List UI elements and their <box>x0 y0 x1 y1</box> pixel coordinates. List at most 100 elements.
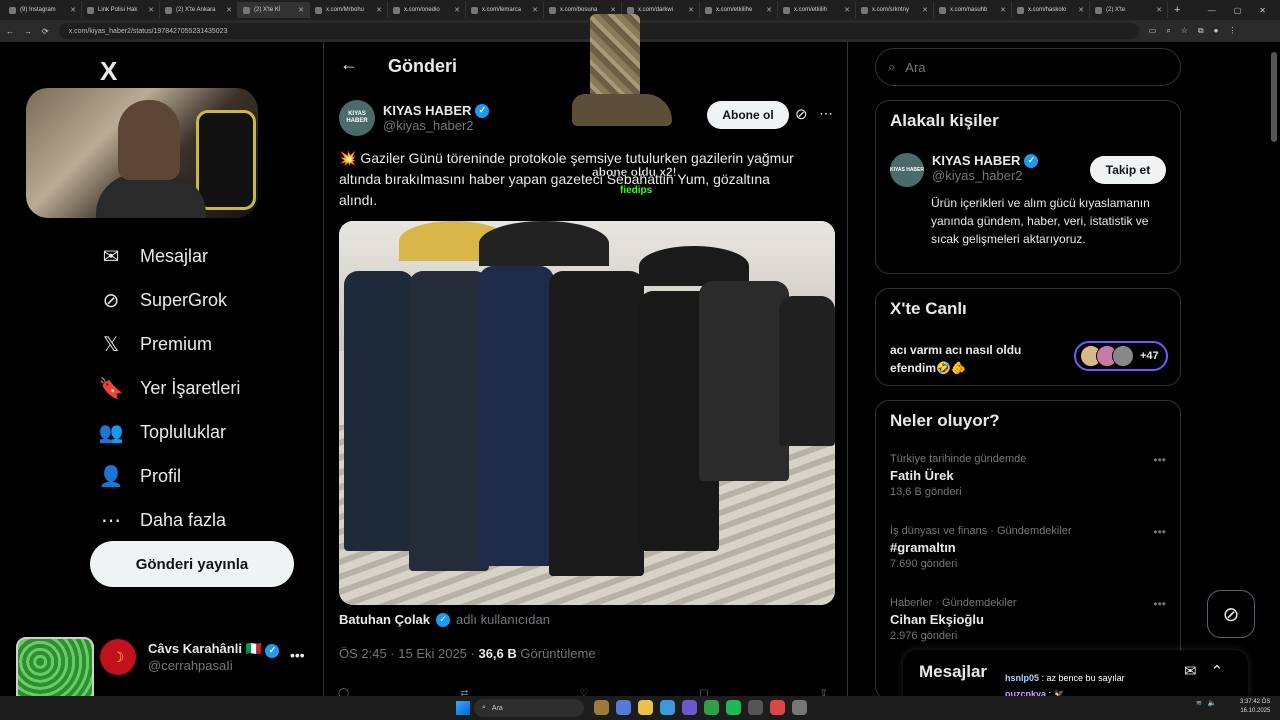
browser-tab[interactable]: x.com/lemarca ✕ <box>466 2 544 18</box>
grok-fab-icon[interactable]: ⊘ <box>1207 590 1255 638</box>
tab-close-icon[interactable]: ✕ <box>532 6 538 14</box>
reload-icon[interactable]: ⟳ <box>42 27 49 36</box>
zoom-icon[interactable]: ⌕ <box>1166 26 1170 36</box>
cast-icon[interactable]: ▭ <box>1149 26 1157 36</box>
browser-tab[interactable]: x.com/Mrbohu ✕ <box>310 2 388 18</box>
tab-close-icon[interactable]: ✕ <box>688 6 694 14</box>
post-button[interactable]: Gönderi yayınla <box>90 541 294 587</box>
tab-close-icon[interactable]: ✕ <box>1156 6 1162 14</box>
taskbar-app-icon[interactable] <box>594 700 609 715</box>
browser-tab[interactable]: x.com/nasuhb ✕ <box>934 2 1012 18</box>
tab-close-icon[interactable]: ✕ <box>454 6 460 14</box>
related-avatar[interactable]: KIYAS HABER <box>890 153 924 187</box>
tab-close-icon[interactable]: ✕ <box>226 6 232 14</box>
minimize-icon[interactable]: — <box>1208 6 1216 15</box>
scrollbar-thumb[interactable] <box>1271 52 1277 142</box>
system-tray: ≋ 🔈 <box>1196 699 1217 707</box>
sidebar-item-supergrok[interactable]: ⊘ SuperGrok <box>100 278 240 322</box>
related-user[interactable]: KIYAS HABER KIYAS HABER ✓ @kiyas_haber2 <box>890 153 1039 187</box>
post-author[interactable]: KIYAS HABER KIYAS HABER ✓ @kiyas_haber2 <box>339 100 490 136</box>
search-input[interactable]: ⌕ Ara <box>875 48 1181 86</box>
taskbar-app-icon[interactable] <box>682 700 697 715</box>
post-time[interactable]: ÖS 2:45 · 15 Eki 2025 · <box>339 646 478 661</box>
volume-icon[interactable]: 🔈 <box>1208 699 1217 707</box>
browser-tab[interactable]: x.com/onedio ✕ <box>388 2 466 18</box>
forward-nav-icon[interactable]: → <box>24 27 32 36</box>
maximize-icon[interactable]: ▢ <box>1234 6 1242 15</box>
author-name[interactable]: KIYAS HABER ✓ <box>383 103 490 118</box>
trend-item[interactable]: Haberler · Gündemdekiler Cihan Ekşioğlu 2.… <box>890 597 1166 642</box>
tab-close-icon[interactable]: ✕ <box>610 6 616 14</box>
taskbar-search[interactable]: ⌕ Ara <box>474 699 584 717</box>
sidebar-item-label: Mesajlar <box>140 245 209 266</box>
star-icon[interactable]: ☆ <box>1181 26 1188 36</box>
taskbar-app-icon[interactable] <box>770 700 785 715</box>
related-name[interactable]: KIYAS HABER ✓ <box>932 153 1039 168</box>
tab-close-icon[interactable]: ✕ <box>148 6 154 14</box>
taskbar-clock[interactable]: 3:37:42 ÖS 16.10.2025 <box>1240 698 1270 716</box>
tab-close-icon[interactable]: ✕ <box>70 6 76 14</box>
back-arrow-icon[interactable]: ← <box>340 54 358 75</box>
related-handle[interactable]: @kiyas_haber2 <box>932 168 1038 183</box>
page-scrollbar[interactable] <box>1270 42 1278 696</box>
follow-button[interactable]: Takip et <box>1090 156 1166 184</box>
taskbar-app-icon[interactable] <box>638 700 653 715</box>
new-message-icon[interactable]: ✉ <box>1184 662 1197 680</box>
tab-close-icon[interactable]: ✕ <box>298 6 304 14</box>
post-video[interactable] <box>339 221 835 605</box>
taskbar-app-icon[interactable] <box>616 700 631 715</box>
tab-close-icon[interactable]: ✕ <box>844 6 850 14</box>
tab-close-icon[interactable]: ✕ <box>766 6 772 14</box>
author-avatar[interactable]: KIYAS HABER <box>339 100 375 136</box>
trend-more-icon[interactable]: ••• <box>1153 597 1166 611</box>
trend-item[interactable]: Türkiye tarihinde gündemde Fatih Ürek 13,6… <box>890 453 1166 498</box>
account-more-icon[interactable]: ••• <box>290 647 305 663</box>
taskbar-app-icon[interactable] <box>660 700 675 715</box>
sidebar-item-daha-fazla[interactable]: ⋯ Daha fazla <box>100 498 240 542</box>
profile-avatar-icon[interactable]: ● <box>1214 26 1219 36</box>
extensions-icon[interactable]: ⧉ <box>1198 26 1204 36</box>
sidebar-item-mesajlar[interactable]: ✉ Mesajlar <box>100 234 240 278</box>
browser-tab[interactable]: (2) X'te Kİ ✕ <box>238 2 310 18</box>
browser-tab[interactable]: x.com/etkilih ✕ <box>778 2 856 18</box>
new-tab-icon[interactable]: + <box>1168 4 1180 16</box>
trend-more-icon[interactable]: ••• <box>1153 525 1166 539</box>
x-logo[interactable]: X <box>100 56 117 87</box>
tab-close-icon[interactable]: ✕ <box>922 6 928 14</box>
menu-dots-icon[interactable]: ⋮ <box>1228 26 1236 36</box>
grok-icon[interactable]: ⊘ <box>795 105 808 123</box>
live-card[interactable]: X'te Canlı acı varmı acı nasıl oldu efen… <box>875 288 1181 386</box>
sidebar-item-profil[interactable]: 👤 Profil <box>99 454 240 498</box>
sidebar-item-topluluklar[interactable]: 👥 Topluluklar <box>99 410 240 454</box>
expand-icon[interactable]: ⌃ <box>1211 662 1224 680</box>
wifi-icon[interactable]: ≋ <box>1196 699 1202 707</box>
tab-close-icon[interactable]: ✕ <box>376 6 382 14</box>
taskbar-app-icon[interactable] <box>726 700 741 715</box>
browser-tab[interactable]: x.com/haskolo ✕ <box>1012 2 1090 18</box>
trend-more-icon[interactable]: ••• <box>1153 453 1166 467</box>
browser-tab[interactable]: x.com/etkilihe ✕ <box>700 2 778 18</box>
sidebar-item-yer-i-aretleri[interactable]: 🔖 Yer İşaretleri <box>99 366 241 410</box>
back-nav-icon[interactable]: ← <box>6 27 14 36</box>
browser-tab[interactable]: (9) Instagram ✕ <box>4 2 82 18</box>
taskbar-app-icon[interactable] <box>792 700 807 715</box>
browser-tab[interactable]: x.com/srkntny ✕ <box>856 2 934 18</box>
tab-close-icon[interactable]: ✕ <box>1000 6 1006 14</box>
taskbar-app-icon[interactable] <box>748 700 763 715</box>
trend-item[interactable]: İş dünyası ve finans · Gündemdekiler #gra… <box>890 525 1166 570</box>
subscribe-button[interactable]: Abone ol <box>707 101 789 129</box>
close-window-icon[interactable]: ✕ <box>1259 6 1266 15</box>
account-switcher[interactable]: ☽ Câvs Karahânli 🇮🇹 ✓ @cerrahpasaIi ••• <box>100 639 305 675</box>
browser-tab[interactable]: (2) X'te ✕ <box>1090 2 1168 18</box>
live-listeners[interactable]: +47 <box>1074 341 1168 371</box>
live-space-title[interactable]: acı varmı acı nasıl oldu efendim🤣🫵 <box>890 341 1070 377</box>
browser-tab[interactable]: Link Polisi Hak ✕ <box>82 2 160 18</box>
sidebar-item-premium[interactable]: 𝕏 Premium <box>100 322 240 366</box>
tab-close-icon[interactable]: ✕ <box>1078 6 1084 14</box>
credit-name[interactable]: Batuhan Çolak <box>339 612 430 627</box>
post-more-icon[interactable]: ⋯ <box>819 105 833 122</box>
taskbar-app-icon[interactable] <box>704 700 719 715</box>
windows-start-icon[interactable] <box>456 701 470 715</box>
author-handle[interactable]: @kiyas_haber2 <box>383 118 489 133</box>
browser-tab[interactable]: (2) X'te Ankara ✕ <box>160 2 238 18</box>
